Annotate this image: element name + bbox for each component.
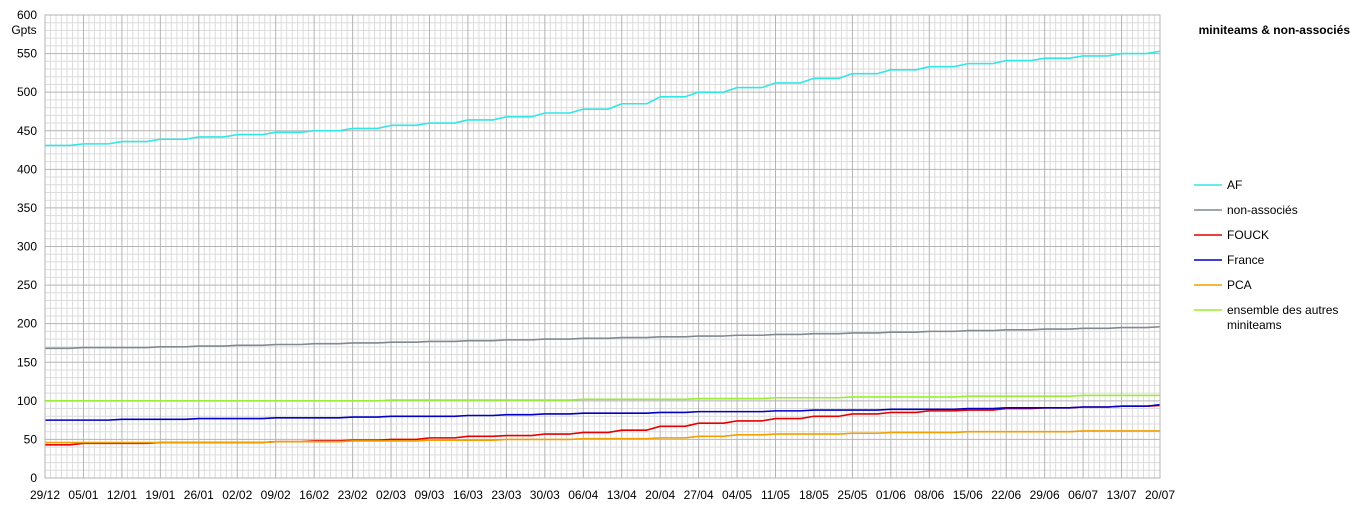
- x-tick-label: 01/06: [876, 488, 906, 502]
- x-tick-label: 15/06: [953, 488, 983, 502]
- x-tick-label: 13/04: [607, 488, 637, 502]
- x-tick-label: 26/01: [184, 488, 214, 502]
- x-tick-label: 23/02: [338, 488, 368, 502]
- series-line: [45, 394, 1160, 402]
- x-tick-label: 23/03: [491, 488, 521, 502]
- y-tick-label: 150: [17, 355, 37, 369]
- y-tick-label: 100: [17, 394, 37, 408]
- series-line: [45, 403, 1161, 421]
- x-tick-label: 09/03: [414, 488, 444, 502]
- x-tick-label: 05/01: [68, 488, 98, 502]
- x-tick-label: 02/03: [376, 488, 406, 502]
- y-tick-label: 200: [17, 317, 37, 331]
- x-tick-label: 04/05: [722, 488, 752, 502]
- x-tick-label: 08/06: [914, 488, 944, 502]
- y-tick-label: 550: [17, 47, 37, 61]
- y-tick-label: 250: [17, 278, 37, 292]
- chart-title: miniteams & non-associés: [1199, 23, 1351, 37]
- legend-label: PCA: [1227, 278, 1252, 292]
- x-tick-label: 02/02: [222, 488, 252, 502]
- y-tick-label: 350: [17, 201, 37, 215]
- y-tick-label: 500: [17, 85, 37, 99]
- legend-label: ensemble des autres: [1227, 303, 1338, 317]
- x-tick-label: 27/04: [684, 488, 714, 502]
- x-tick-label: 16/03: [453, 488, 483, 502]
- x-tick-label: 06/07: [1068, 488, 1098, 502]
- x-tick-label: 20/07: [1145, 488, 1175, 502]
- legend: AF non-associés FOUCK France PCA ensemble des…: [1194, 178, 1338, 332]
- x-tick-label: 06/04: [568, 488, 598, 502]
- x-tick-label: 19/01: [145, 488, 175, 502]
- legend-label: non-associés: [1227, 203, 1298, 217]
- y-tick-label: 50: [24, 432, 38, 446]
- x-tick-label: 29/12: [30, 488, 60, 502]
- series-line: [45, 50, 1161, 147]
- x-tick-label: 16/02: [299, 488, 329, 502]
- x-tick-label: 25/05: [837, 488, 867, 502]
- x-tick-label: 18/05: [799, 488, 829, 502]
- series-line: [45, 325, 1161, 350]
- x-tick-label: 11/05: [761, 488, 790, 502]
- legend-label: miniteams: [1227, 318, 1282, 332]
- y-axis-label: Gpts: [11, 23, 36, 37]
- legend-label: France: [1227, 253, 1265, 267]
- y-tick-label: 400: [17, 162, 37, 176]
- x-tick-label: 09/02: [261, 488, 291, 502]
- x-tick-label: 12/01: [107, 488, 137, 502]
- x-tick-label: 29/06: [1030, 488, 1060, 502]
- y-tick-label: 0: [30, 471, 37, 485]
- y-tick-label: 600: [17, 8, 37, 22]
- x-tick-label: 30/03: [530, 488, 560, 502]
- x-tick-label: 20/04: [645, 488, 675, 502]
- x-tick-label: 13/07: [1107, 488, 1137, 502]
- legend-label: AF: [1227, 178, 1242, 192]
- x-tick-label: 22/06: [991, 488, 1021, 502]
- y-tick-label: 300: [17, 240, 37, 254]
- y-tick-label: 450: [17, 124, 37, 138]
- line-chart: 0 50 100 150 200 250 300 350 400 450 500 550 600 29/1…: [11, 8, 1351, 502]
- axes: 0 50 100 150 200 250 300 350 400 450 500 550 600 29/1…: [17, 8, 1175, 502]
- legend-label: FOUCK: [1227, 228, 1269, 242]
